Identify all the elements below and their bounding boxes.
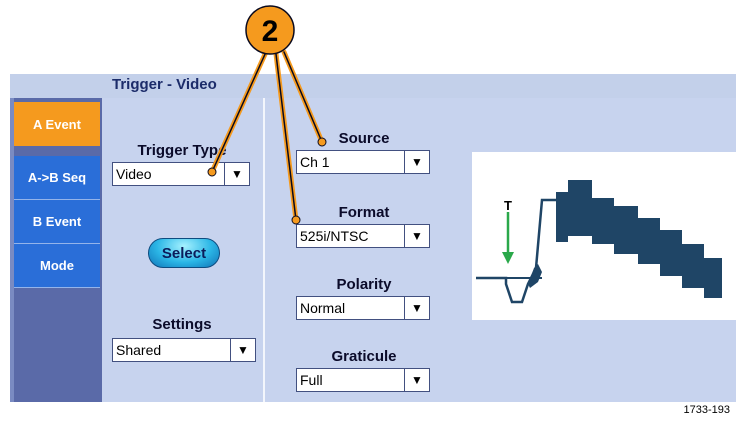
callout-dot: [207, 167, 217, 177]
callout-overlay: 2: [207, 5, 327, 225]
callout-dot: [291, 215, 301, 225]
callout-number: 2: [262, 15, 279, 48]
callout-dot: [317, 137, 327, 147]
figure-id: 1733-193: [683, 404, 731, 416]
